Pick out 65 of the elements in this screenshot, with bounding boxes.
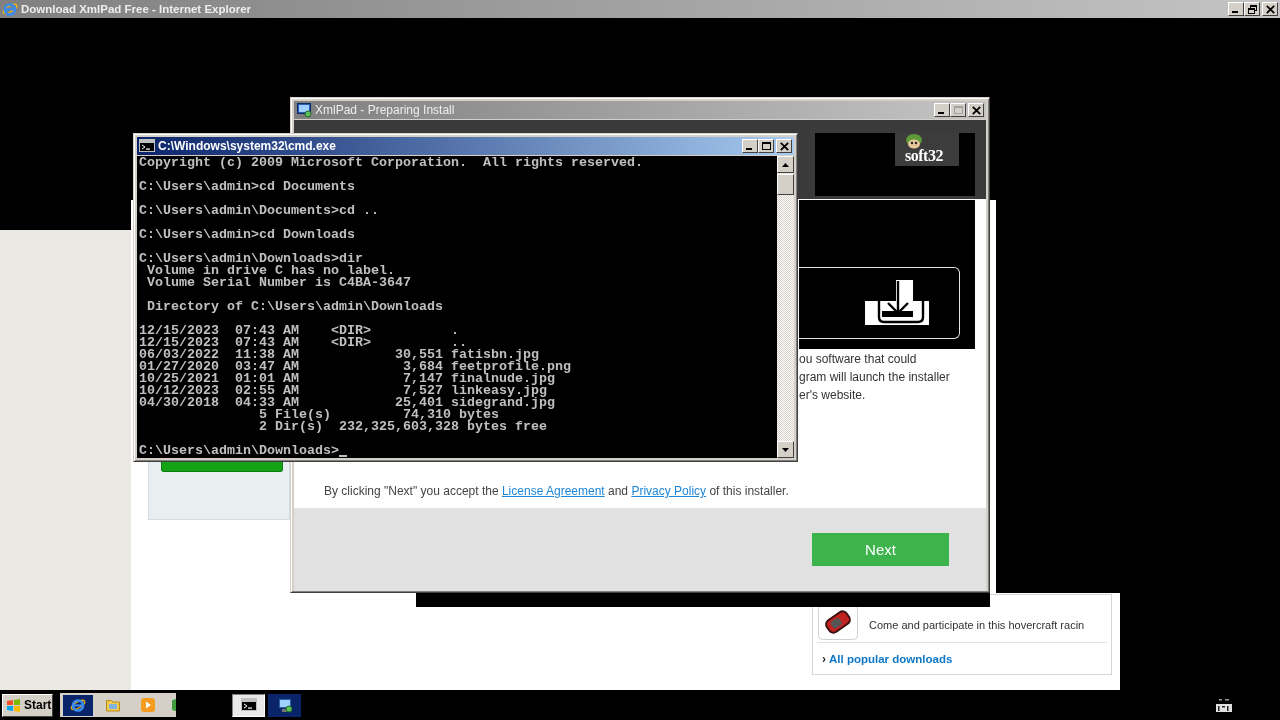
maximize-button[interactable]	[758, 139, 774, 153]
close-button[interactable]	[776, 139, 792, 153]
minimize-button[interactable]	[742, 139, 758, 153]
console-line: 12/15/2023 07:43 AM <DIR> .	[139, 325, 459, 337]
folder-icon	[105, 697, 121, 713]
console-line: C:\Users\admin\Downloads>dir	[139, 253, 363, 265]
maximize-icon	[953, 106, 963, 114]
console-line: 5 File(s) 74,310 bytes	[257, 409, 499, 421]
computer-icon	[296, 102, 312, 118]
tray-icon	[1216, 698, 1232, 712]
browser-logo-icon	[2, 1, 18, 17]
logo-text: soft32	[905, 148, 943, 163]
minimize-icon	[746, 147, 752, 150]
console-line: 04/30/2018 04:33 AM 25,401 sidegrand.jpg	[139, 397, 555, 409]
console-line: 10/12/2023 02:55 AM 7,527 linkeasy.jpg	[139, 385, 547, 397]
close-icon	[779, 141, 789, 151]
download-description: Come and participate in this hovercraft racin	[869, 617, 1085, 631]
close-icon	[971, 105, 981, 115]
close-icon	[1265, 4, 1275, 14]
window-title: Download XmlPad Free - Internet Explorer	[21, 2, 252, 16]
console-line: 10/25/2021 01:01 AM 7,147 finalnude.jpg	[139, 373, 555, 385]
console-line: C:\Users\admin>cd Documents	[139, 181, 355, 193]
minimize-icon	[1232, 10, 1238, 13]
agreement-link[interactable]: License Agreement	[501, 484, 605, 498]
next-button[interactable]: Next	[812, 533, 949, 566]
up-arrow-icon	[782, 162, 789, 167]
window-title: C:\Windows\system32\cmd.exe	[158, 139, 336, 153]
console-line: 01/27/2020 03:47 AM 3,684 feetprofile.png	[139, 361, 571, 373]
download-icon	[865, 280, 929, 325]
description-text: ou software that could gram will launch the installer er's website.	[799, 351, 951, 404]
restore-icon	[1247, 4, 1257, 14]
quick-launch-button[interactable]	[63, 694, 93, 716]
agreement-link[interactable]: Privacy Policy	[631, 484, 707, 498]
flag-icon	[6, 697, 21, 713]
all-downloads-link[interactable]: All popular downloads	[829, 651, 953, 666]
console-line: Directory of C:\Users\admin\Downloads	[146, 301, 443, 313]
console-line: Copyright (c) 2009 Microsoft Corporation. All rights reserved.	[139, 157, 643, 169]
minimize-icon	[938, 111, 944, 114]
browser-logo-icon	[70, 697, 86, 713]
console-icon	[139, 138, 155, 154]
taskbar-button[interactable]	[232, 693, 265, 717]
scroll-thumb[interactable]	[777, 174, 794, 195]
console-line: C:\Users\admin\Downloads>	[139, 445, 339, 457]
console-line: 2 Dir(s) 232,325,603,328 bytes free	[257, 421, 547, 433]
partial-icon	[172, 698, 176, 712]
computer-icon	[276, 697, 293, 713]
play-icon	[140, 697, 156, 713]
scroll-up-button[interactable]	[777, 156, 794, 173]
console-icon	[240, 697, 257, 713]
console-line: C:\Users\admin\Documents>cd ..	[139, 205, 379, 217]
maximize-icon	[761, 142, 771, 150]
console-line: C:\Users\admin>cd Downloads	[139, 229, 355, 241]
agreement-text: By clicking "Next" you accept the License Agreement and Privacy Policy of this installer.	[324, 483, 789, 500]
link-chevron: ›	[822, 651, 826, 666]
window-title: XmlPad - Preparing Install	[315, 103, 455, 117]
console-line: Volume in drive C has no label.	[146, 265, 395, 277]
scroll-down-button[interactable]	[777, 441, 794, 458]
console-line: 06/03/2022 11:38 AM 30,551 fatisbn.jpg	[139, 349, 539, 361]
down-arrow-icon	[782, 447, 789, 452]
taskbar-button[interactable]	[268, 693, 301, 717]
action-button[interactable]	[161, 461, 283, 472]
console-line: Volume Serial Number is C4BA-3647	[146, 277, 411, 289]
start-button[interactable]: Start	[2, 693, 53, 717]
mascot-icon	[904, 133, 924, 149]
console-line: 12/15/2023 07:43 AM <DIR> ..	[139, 337, 467, 349]
